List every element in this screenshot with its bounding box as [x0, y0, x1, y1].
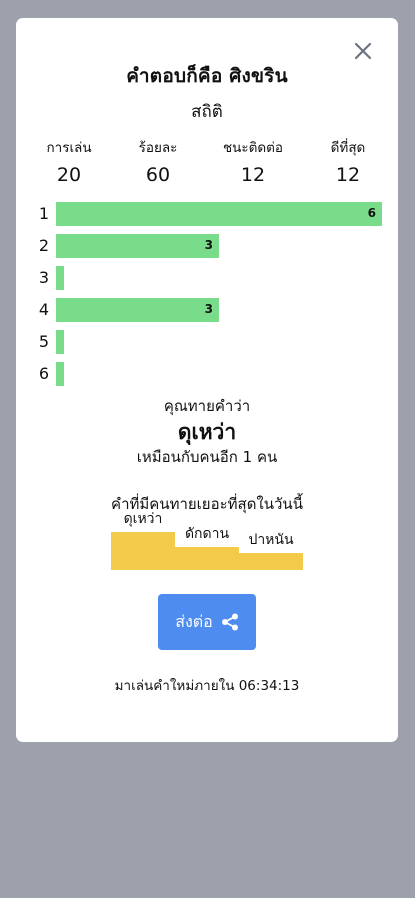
popular-word-bar — [239, 553, 303, 570]
distribution-count: 3 — [204, 238, 213, 252]
stat-value: 12 — [240, 164, 266, 186]
guess-number: 5 — [38, 332, 50, 351]
stat-max-streak: ดีที่สุด 12 — [316, 136, 380, 186]
distribution-bar — [56, 362, 64, 386]
share-label: ส่งต่อ — [175, 611, 213, 631]
next-word-countdown: มาเล่นคำใหม่ภายใน 06:34:13 — [114, 678, 300, 694]
close-icon[interactable] — [352, 40, 374, 62]
stat-current-streak: ชนะติดต่อ 12 — [214, 136, 292, 186]
stat-value: 12 — [335, 164, 361, 186]
popular-word-item: ปาหนัน — [239, 516, 303, 570]
share-button[interactable]: ส่งต่อ — [158, 594, 256, 650]
stats-summary: การเล่น 20 ร้อยละ 60 ชนะติดต่อ 12 ดีที่ส… — [16, 136, 398, 186]
popular-word: ดุเหว่า — [123, 511, 163, 527]
distribution-count: 3 — [204, 302, 213, 316]
stat-label: ร้อยละ — [138, 140, 178, 156]
guess-number: 1 — [38, 204, 50, 223]
stat-value: 20 — [56, 164, 82, 186]
popular-word-bar — [111, 532, 175, 570]
stats-heading: สถิติ — [191, 102, 223, 122]
guess-number: 2 — [38, 236, 50, 255]
guess-number: 4 — [38, 300, 50, 319]
popular-word: ดักดาน — [184, 526, 230, 542]
distribution-bar: 6 — [56, 202, 382, 226]
guess-number: 3 — [38, 268, 50, 287]
distribution-row: 6 — [16, 362, 398, 386]
popular-word-bar — [175, 547, 239, 570]
stat-played: การเล่น 20 — [36, 136, 102, 186]
same-guess-count: เหมือนกับคนอีก 1 คน — [136, 448, 278, 466]
popular-word-item: ดุเหว่า — [111, 511, 175, 570]
distribution-row: 2 3 — [16, 234, 398, 258]
distribution-row: 3 — [16, 266, 398, 290]
distribution-row: 1 6 — [16, 202, 398, 226]
distribution-count: 6 — [367, 206, 376, 220]
distribution-bar: 3 — [56, 234, 219, 258]
distribution-bar — [56, 266, 64, 290]
stat-win-percent: ร้อยละ 60 — [124, 136, 192, 186]
stats-modal: คำตอบก็คือ ศิงขริน สถิติ การเล่น 20 ร้อย… — [16, 18, 398, 742]
your-guess-label: คุณทายคำว่า — [163, 397, 251, 415]
share-icon — [221, 613, 238, 631]
popular-word: ปาหนัน — [248, 532, 294, 548]
distribution-bar: 3 — [56, 298, 219, 322]
stat-value: 60 — [145, 164, 171, 186]
distribution-row: 4 3 — [16, 298, 398, 322]
stat-label: การเล่น — [46, 140, 92, 156]
stat-label: ชนะติดต่อ — [222, 140, 284, 156]
popular-words-title: คำที่มีคนทายเยอะที่สุดในวันนี้ — [111, 495, 303, 513]
popular-word-item: ดักดาน — [175, 516, 239, 570]
answer-title: คำตอบก็คือ ศิงขริน — [126, 65, 288, 87]
distribution-bar — [56, 330, 64, 354]
guess-number: 6 — [38, 364, 50, 383]
distribution-row: 5 — [16, 330, 398, 354]
stat-label: ดีที่สุด — [330, 140, 366, 156]
